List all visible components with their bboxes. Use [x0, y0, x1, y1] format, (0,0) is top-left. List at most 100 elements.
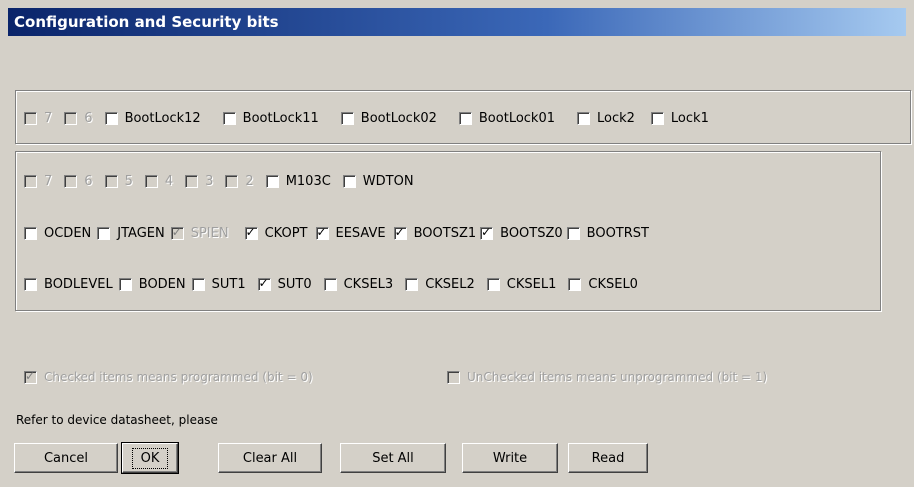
checkbox-box[interactable] — [265, 174, 279, 188]
lock2-checkbox[interactable]: Lock2 — [577, 111, 635, 126]
checkbox-label: BOOTSZ1 — [413, 225, 477, 241]
checkbox-box[interactable] — [458, 111, 472, 125]
checkbox-label: JTAGEN — [117, 225, 165, 241]
checkbox-box[interactable] — [191, 277, 205, 291]
m103c-checkbox[interactable]: M103C — [265, 174, 331, 189]
bodlevel-checkbox[interactable]: BODLEVEL — [24, 277, 113, 292]
bootsz0-checkbox[interactable]: ✓ BOOTSZ0 — [480, 225, 563, 241]
lock1-checkbox[interactable]: Lock1 — [650, 110, 709, 126]
checkbox-label: CKSEL3 — [343, 276, 394, 292]
checkbox-box[interactable] — [577, 111, 590, 125]
checkbox-box[interactable]: ✓ — [480, 225, 494, 240]
legend-unchecked: UnChecked items means unprogrammed (bit … — [447, 366, 767, 388]
clear-all-button-label: Clear All — [242, 450, 298, 466]
checkbox-box[interactable] — [342, 174, 356, 188]
eesave-checkbox[interactable]: ✓ EESAVE — [315, 224, 386, 241]
cksel0-checkbox[interactable]: CKSEL0 — [568, 277, 638, 292]
checkbox-box[interactable]: ✓ — [244, 224, 258, 240]
checkbox-box[interactable] — [323, 277, 337, 291]
checkbox-label: 4 — [164, 173, 174, 189]
checkbox-label: EESAVE — [335, 225, 386, 241]
bootlock11-checkbox[interactable]: BootLock11 — [222, 110, 319, 126]
checkbox-box — [64, 111, 78, 125]
ocden-checkbox[interactable]: OCDEN — [24, 226, 91, 241]
checkbox-box[interactable]: ✓ — [315, 224, 329, 240]
read-button-label: Read — [591, 450, 625, 466]
bootlock01-checkbox[interactable]: BootLock01 — [458, 110, 555, 126]
checkbox-label: SUT1 — [211, 276, 246, 292]
checkbox-box[interactable] — [566, 226, 580, 240]
checkbox-box[interactable] — [97, 226, 111, 240]
write-button[interactable]: Write — [462, 443, 558, 473]
bootlock02-checkbox[interactable]: BootLock02 — [340, 111, 437, 126]
jtagen-checkbox[interactable]: JTAGEN — [97, 225, 165, 241]
checkbox-box[interactable] — [340, 111, 354, 125]
checkbox-label: 3 — [205, 173, 214, 189]
checkbox-box[interactable] — [104, 111, 118, 125]
bootrst-checkbox[interactable]: BOOTRST — [566, 226, 649, 241]
checkbox-label: 2 — [245, 173, 254, 189]
checkbox-label: 6 — [84, 110, 93, 126]
checkbox-label: CKSEL1 — [506, 276, 557, 292]
checkbox-label: SUT0 — [277, 276, 312, 292]
bootsz1-checkbox[interactable]: ✓ BOOTSZ1 — [393, 224, 477, 241]
ok-button[interactable]: OK — [121, 442, 179, 474]
lock-bits-row: 7 6 BootLock12 BootLock11 BootLock02 Boo… — [24, 107, 709, 129]
checkbox-box[interactable] — [118, 277, 132, 291]
fuse-ext-3-checkbox: 3 — [185, 174, 213, 189]
checkbox-box[interactable]: ✓ — [393, 224, 407, 240]
checkbox-box — [144, 174, 158, 188]
legend-unchecked-label: UnChecked items means unprogrammed (bit … — [467, 370, 768, 384]
checkbox-box[interactable] — [222, 111, 236, 125]
spien-checkbox: ✓ SPIEN — [170, 225, 229, 241]
fuse-row-high: OCDEN JTAGEN ✓ SPIEN ✓ CKOPT ✓ EESAVE ✓ … — [24, 222, 649, 244]
checkbox-box — [24, 174, 37, 188]
check-mark-icon: ✓ — [245, 224, 256, 239]
checkbox-box — [64, 174, 78, 188]
set-all-button-label: Set All — [372, 450, 414, 466]
cksel1-checkbox[interactable]: CKSEL1 — [486, 276, 557, 292]
wdton-checkbox[interactable]: WDTON — [342, 173, 414, 189]
datasheet-note: Refer to device datasheet, please — [16, 413, 218, 427]
checkbox-label: BootLock12 — [124, 110, 201, 126]
cancel-button[interactable]: Cancel — [14, 443, 118, 473]
checkbox-box[interactable] — [568, 277, 582, 291]
checkbox-box — [225, 174, 239, 188]
checkbox-label: BOOTSZ0 — [500, 225, 563, 241]
sut0-checkbox[interactable]: ✓ SUT0 — [257, 276, 312, 292]
check-mark-icon: ✓ — [394, 224, 405, 239]
checkbox-box[interactable]: ✓ — [257, 276, 271, 291]
checkbox-label: Lock1 — [670, 110, 709, 126]
checkbox-label: BODEN — [138, 276, 186, 292]
fuse-row-extended: 7 6 5 4 3 2 M103C WDTON — [24, 170, 414, 192]
fuse-row-low: BODLEVEL BODEN SUT1 ✓ SUT0 CKSEL3 CKSEL2… — [24, 273, 638, 295]
checkbox-box[interactable] — [24, 277, 37, 291]
cancel-button-label: Cancel — [43, 450, 89, 466]
read-button[interactable]: Read — [568, 443, 648, 473]
checkbox-box — [104, 174, 118, 188]
checkbox-box[interactable] — [24, 226, 37, 240]
checkbox-box[interactable] — [650, 111, 664, 125]
checkbox-label: Lock2 — [597, 110, 635, 126]
checkbox-box[interactable] — [486, 277, 500, 291]
checkbox-label: 7 — [44, 173, 53, 189]
legend-checked-label: Checked items means programmed (bit = 0) — [44, 370, 313, 384]
checkbox-label: WDTON — [362, 173, 414, 189]
window-title: Configuration and Security bits — [8, 8, 906, 36]
write-button-label: Write — [492, 450, 528, 466]
set-all-button[interactable]: Set All — [340, 443, 446, 473]
checkbox-label: BootLock11 — [242, 110, 319, 126]
checkbox-box[interactable] — [405, 277, 419, 291]
cksel2-checkbox[interactable]: CKSEL2 — [405, 277, 475, 292]
boden-checkbox[interactable]: BODEN — [118, 276, 186, 292]
clear-all-button[interactable]: Clear All — [218, 443, 322, 473]
bootlock12-checkbox[interactable]: BootLock12 — [104, 110, 201, 126]
sut1-checkbox[interactable]: SUT1 — [191, 276, 246, 292]
legend-checked-checkbox: ✓ Checked items means programmed (bit = … — [24, 369, 313, 384]
checkbox-box: ✓ — [170, 225, 184, 240]
check-mark-icon: ✓ — [316, 224, 327, 239]
ckopt-checkbox[interactable]: ✓ CKOPT — [244, 224, 308, 241]
checkbox-box — [447, 370, 460, 384]
cksel3-checkbox[interactable]: CKSEL3 — [323, 276, 394, 292]
checkbox-label: BootLock01 — [478, 110, 555, 126]
